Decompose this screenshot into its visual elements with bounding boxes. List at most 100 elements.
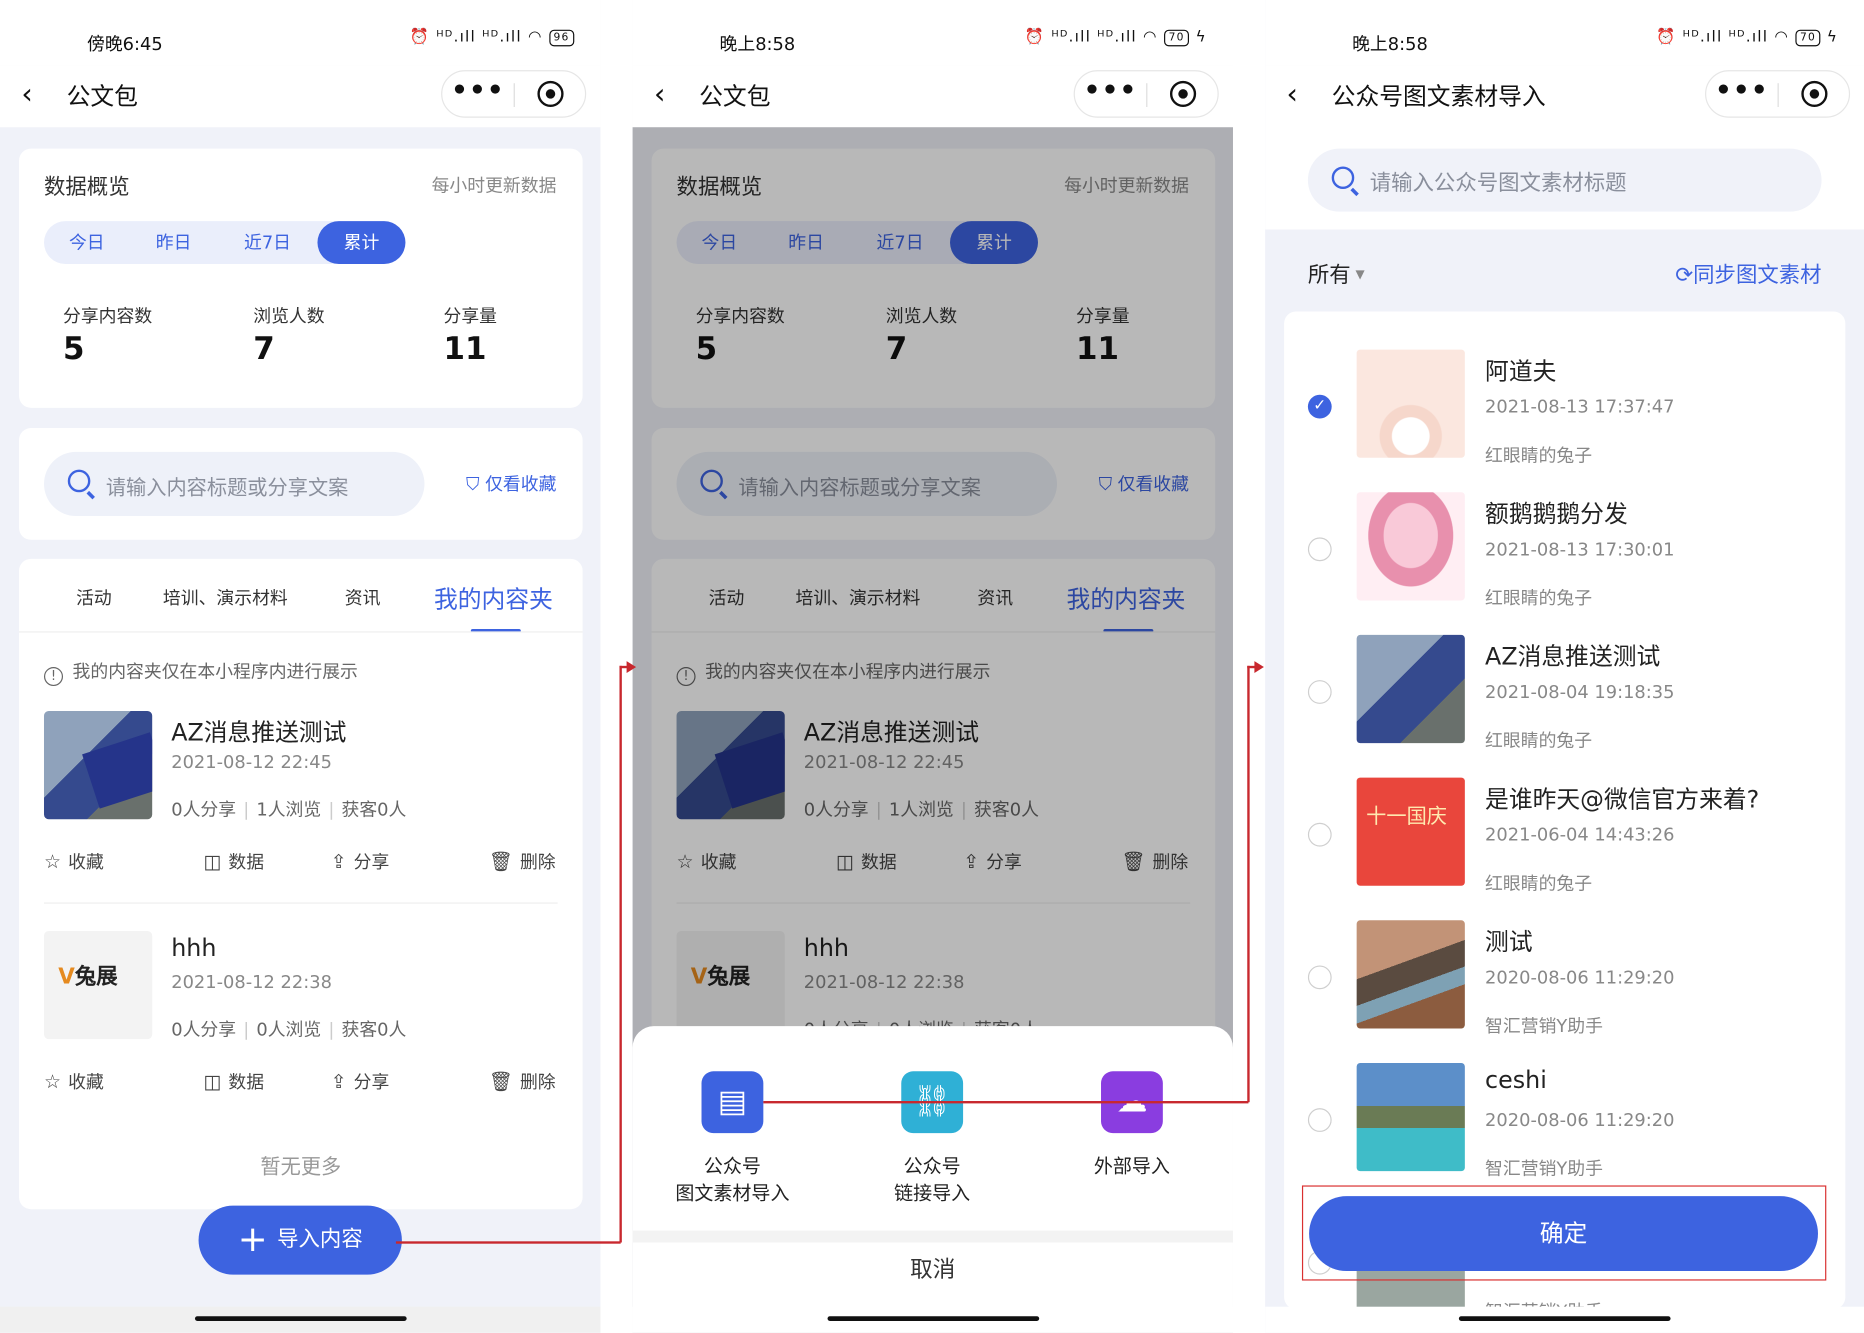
share-button[interactable]: ⇪ 分享	[331, 849, 390, 874]
period-yesterday[interactable]: 昨日	[130, 221, 218, 264]
back-icon[interactable]: ‹	[1286, 77, 1297, 110]
connector-line	[395, 1241, 621, 1244]
search-input[interactable]: 请输入内容标题或分享文案	[43, 451, 425, 517]
status-icons: ⏰ ᴴᴰ.ıll ᴴᴰ.ıll ◠ 70 ϟ	[1656, 29, 1838, 47]
import-wechat-material-option[interactable]: ▤ 公众号 图文素材导入	[637, 1071, 827, 1207]
material-row[interactable]: AZ消息推送测试 2021-08-04 19:18:35 红眼睛的兔子	[1284, 625, 1845, 768]
more-icon[interactable]: •••	[442, 78, 513, 104]
delete-button[interactable]: 🗑 删除	[489, 1069, 556, 1094]
more-icon[interactable]: •••	[1706, 78, 1777, 104]
status-time: 傍晚6:45	[86, 33, 163, 55]
import-external-option[interactable]: ☁ 外部导入	[1037, 1071, 1227, 1179]
mini-program-capsule: •••	[1705, 70, 1851, 118]
tab-training[interactable]: 培训、演示材料	[163, 585, 288, 610]
arrow-head-icon	[1254, 661, 1264, 673]
cancel-button[interactable]: 取消	[633, 1252, 1233, 1284]
data-button[interactable]: ◫ 数据	[203, 1069, 264, 1094]
material-date: 2021-08-13 17:37:47	[1485, 395, 1675, 418]
select-radio[interactable]	[1307, 965, 1332, 990]
selected-check-icon[interactable]: ✓	[1307, 394, 1332, 419]
material-title: 是谁昨天@微信官方来着?	[1485, 784, 1760, 814]
page-title: 公众号图文素材导入	[1331, 82, 1546, 111]
nav-bar: ‹ 公文包 •••	[632, 65, 1233, 128]
material-search-input[interactable]: 请输入公众号图文素材标题	[1307, 148, 1822, 212]
back-icon[interactable]: ‹	[21, 77, 32, 110]
period-today[interactable]: 今日	[44, 221, 130, 264]
tabs-divider	[19, 631, 583, 633]
battery-icon: 96	[548, 29, 575, 46]
stat-shared-count: 分享内容数 5	[63, 305, 153, 368]
material-row[interactable]: 测试 2020-08-06 11:29:20 智汇营销Y助手	[1284, 911, 1845, 1054]
stats-heading: 数据概览	[43, 174, 130, 200]
share-icon: ⇪	[330, 850, 347, 873]
item-thumbnail	[43, 711, 153, 820]
back-icon[interactable]: ‹	[654, 77, 665, 110]
material-row[interactable]: ✓ 阿道夫 2021-08-13 17:37:47 红眼睛的兔子	[1284, 340, 1845, 483]
search-icon	[1331, 166, 1355, 190]
select-radio[interactable]	[1307, 680, 1332, 704]
period-total[interactable]: 累计	[317, 221, 406, 264]
material-row[interactable]: 十一国庆 是谁昨天@微信官方来着? 2021-06-04 14:43:26 红眼…	[1284, 768, 1845, 911]
signal-icons: ⏰ ᴴᴰ.ıll ᴴᴰ.ıll	[1656, 28, 1769, 47]
account-filter-dropdown[interactable]: 所有 ▼	[1308, 258, 1365, 289]
data-button[interactable]: ◫ 数据	[203, 849, 264, 874]
favorites-filter[interactable]: ⛉ 仅看收藏	[466, 471, 556, 496]
confirm-highlight-box: 确定	[1301, 1185, 1827, 1281]
item-date: 2021-08-12 22:45	[171, 751, 332, 773]
material-title: ceshi	[1485, 1065, 1547, 1094]
more-icon[interactable]: •••	[1075, 78, 1146, 104]
page-title: 公文包	[66, 82, 138, 111]
item-metrics: 0人分享 | 1人浏览 | 获客0人	[171, 799, 407, 821]
close-program-icon[interactable]	[1801, 80, 1828, 108]
home-indicator	[632, 1306, 1233, 1333]
material-thumbnail	[1356, 492, 1465, 601]
material-date: 2020-08-06 11:29:20	[1485, 966, 1675, 989]
period-7days[interactable]: 近7日	[222, 221, 312, 264]
trash-icon: 🗑	[488, 1070, 513, 1093]
stat-viewers: 浏览人数 7	[253, 305, 325, 368]
content-item[interactable]: ᐯ兔展 hhh 2021-08-12 22:38 0人分享 | 0人浏览 | 获客0人 …	[43, 930, 558, 1150]
delete-button[interactable]: 🗑 删除	[489, 849, 556, 874]
capsule-divider	[1146, 83, 1148, 108]
stat-shares: 分享量 11	[443, 305, 498, 368]
material-title: 阿道夫	[1485, 356, 1557, 386]
select-radio[interactable]	[1307, 822, 1332, 847]
wifi-icon: ◠	[1774, 28, 1790, 47]
material-title: AZ消息推送测试	[1485, 642, 1661, 671]
sync-materials-button[interactable]: ⟳同步图文素材	[1675, 258, 1821, 289]
capsule-divider	[513, 83, 515, 108]
material-row[interactable]: 额鹅鹅鹅分发 2021-08-13 17:30:01 红眼睛的兔子	[1284, 483, 1845, 626]
favorite-button[interactable]: ☆ 收藏	[44, 1069, 104, 1094]
share-icon: ⇪	[330, 1070, 347, 1093]
material-date: 2021-08-04 19:18:35	[1485, 681, 1675, 703]
content-item[interactable]: AZ消息推送测试 2021-08-12 22:45 0人分享 | 1人浏览 | 获客0人…	[43, 711, 558, 930]
item-divider	[43, 902, 558, 904]
status-icons: ⏰ ᴴᴰ.ıll ᴴᴰ.ıll ◠ 70 ϟ	[1025, 29, 1207, 47]
battery-icon: 70	[1795, 29, 1821, 46]
item-title: AZ消息推送测试	[171, 718, 347, 747]
import-content-button[interactable]: + 导入内容	[198, 1205, 402, 1275]
rabbitpre-logo: ᐯ兔展	[58, 964, 118, 990]
material-row[interactable]: ceshi 2020-08-06 11:29:20 智汇营销Y助手	[1284, 1053, 1845, 1196]
chart-icon: ◫	[203, 1070, 222, 1093]
tab-activity[interactable]: 活动	[76, 585, 112, 610]
select-radio[interactable]	[1307, 537, 1332, 562]
status-bar: 晚上8:58 ⏰ ᴴᴰ.ıll ᴴᴰ.ıll ◠ 70 ϟ	[632, 0, 1233, 66]
item-date: 2021-08-12 22:38	[171, 971, 332, 993]
connector-line	[1247, 665, 1250, 1103]
confirm-button[interactable]: 确定	[1309, 1196, 1818, 1272]
import-wechat-link-option[interactable]: ⛓ 公众号 链接导入	[837, 1071, 1027, 1207]
share-button[interactable]: ⇪ 分享	[331, 1069, 390, 1094]
material-title: 额鹅鹅鹅分发	[1485, 499, 1628, 528]
close-program-icon[interactable]	[1169, 80, 1197, 108]
search-placeholder: 请输入公众号图文素材标题	[1369, 171, 1627, 197]
charging-icon: ϟ	[1826, 28, 1839, 47]
favorite-button[interactable]: ☆ 收藏	[44, 849, 104, 874]
material-author: 红眼睛的兔子	[1485, 444, 1593, 467]
select-radio[interactable]	[1307, 1108, 1332, 1132]
close-program-icon[interactable]	[537, 80, 564, 108]
tab-news[interactable]: 资讯	[345, 585, 381, 610]
chart-icon: ◫	[203, 850, 222, 873]
status-time: 晚上8:58	[1352, 33, 1428, 55]
tab-my-folder[interactable]: 我的内容夹	[434, 580, 553, 614]
